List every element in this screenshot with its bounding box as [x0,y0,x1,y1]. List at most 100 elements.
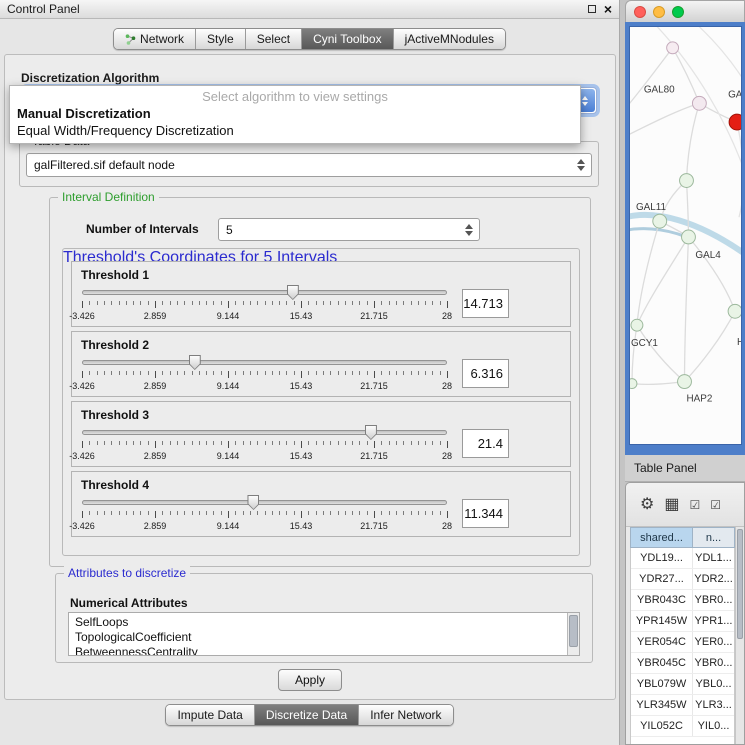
table-scrollbar[interactable] [735,527,744,744]
discretization-algorithm-label: Discretization Algorithm [21,71,159,85]
table-row[interactable]: YBR043CYBR0... [631,590,734,611]
traffic-close-button[interactable] [634,6,646,18]
apply-button[interactable]: Apply [278,669,342,691]
table-header-cell[interactable]: n... [692,527,735,548]
network-svg: GAL80GAGAL11GAL4GCY1HHAP2 [630,27,741,444]
threshold-row: -3.4262.8599.14415.4321.71528 11.344 [81,493,561,533]
tab-impute-data[interactable]: Impute Data [166,705,254,725]
slider-track[interactable] [82,360,447,365]
slider-track[interactable] [82,290,447,295]
attributes-list[interactable]: SelfLoopsTopologicalCoefficientBetweenne… [68,612,580,656]
table-row[interactable]: YPR145WYPR1... [631,611,734,632]
threshold-panel: Threshold 4-3.4262.8599.14415.4321.71528… [71,471,571,537]
slider-tick-labels: -3.4262.8599.14415.4321.71528 [82,311,447,321]
table-row[interactable]: YLR345WYLR3... [631,695,734,716]
tab-style[interactable]: Style [196,29,246,49]
tab-infer-network[interactable]: Infer Network [359,705,452,725]
threshold-value-field[interactable]: 6.316 [462,359,509,388]
tab-label: Select [257,32,290,46]
table-cell: YBR043C [631,590,693,610]
select-all-checkbox-icon[interactable]: ☑ [689,499,700,511]
tab-select[interactable]: Select [246,29,302,49]
slider-thumb[interactable] [247,495,259,510]
network-icon [125,34,136,45]
threshold-slider[interactable]: -3.4262.8599.14415.4321.71528 [81,493,448,533]
scrollbar-thumb[interactable] [737,529,743,639]
close-window-icon[interactable]: × [604,2,612,16]
table-panel-titlebar: Table Panel [625,455,745,482]
scrollbar-thumb[interactable] [569,615,578,647]
tab-cyni-toolbox[interactable]: Cyni Toolbox [302,29,393,49]
tab-label: Style [207,32,234,46]
slider-ticks [82,371,447,379]
network-window-frame: GAL80GAGAL11GAL4GCY1HHAP2 [625,22,745,455]
top-tab-bar: Network Style Select Cyni Toolbox jActiveMNo… [113,28,506,50]
traffic-minimize-button[interactable] [653,6,665,18]
table-row[interactable]: YBL079WYBL0... [631,674,734,695]
numerical-attributes-label: Numerical Attributes [70,596,188,610]
threshold-slider[interactable]: -3.4262.8599.14415.4321.71528 [81,423,448,463]
table-data-combobox[interactable]: galFiltered.sif default node [26,153,592,177]
interval-definition-group: Interval Definition Number of Intervals … [49,197,591,567]
slider-track[interactable] [82,430,447,435]
network-canvas[interactable]: GAL80GAGAL11GAL4GCY1HHAP2 [629,26,742,445]
select-none-checkbox-icon[interactable]: ☑ [710,499,721,511]
svg-text:GAL4: GAL4 [695,250,721,261]
table-cell: YDL19... [631,548,693,568]
table-row[interactable]: YER054CYER0... [631,632,734,653]
table-row[interactable]: YDL19...YDL1... [631,548,734,569]
table-cell: YDL1... [693,548,734,568]
table-cell: YLR345W [631,695,693,715]
svg-text:H: H [737,337,741,348]
tab-label: jActiveMNodules [405,32,494,46]
thresholds-group: Threshold's Coordinates for 5 Intervals … [62,248,580,556]
attribute-item-topologicalcoefficient[interactable]: TopologicalCoefficient [75,630,579,645]
algorithm-option-equal-width-frequency-discretization[interactable]: Equal Width/Frequency Discretization [10,122,580,139]
svg-text:HAP2: HAP2 [686,393,712,404]
threshold-value-field[interactable]: 14.713 [462,289,509,318]
right-panel: GAL80GAGAL11GAL4GCY1HHAP2 Table Panel ⚙ … [625,0,745,745]
tab-discretize-data[interactable]: Discretize Data [255,705,359,725]
threshold-slider[interactable]: -3.4262.8599.14415.4321.71528 [81,283,448,323]
threshold-value-field[interactable]: 11.344 [462,499,509,528]
algorithm-option-manual-discretization[interactable]: Manual Discretization [10,105,580,122]
threshold-label: Threshold 4 [81,478,561,492]
attribute-item-betweennesscentrality[interactable]: BetweennessCentrality [75,645,579,656]
slider-thumb[interactable] [189,355,201,370]
table-header: shared...n... [630,527,735,548]
float-window-icon[interactable] [588,5,596,13]
table-row[interactable]: YDR27...YDR2... [631,569,734,590]
table-panel-window: ⚙ ▦ ☑ ☑ shared...n... YDL19...YDL1...YDR… [625,482,745,745]
table-row[interactable]: YBR045CYBR0... [631,653,734,674]
table-cell: YPR145W [631,611,693,631]
slider-thumb[interactable] [365,425,377,440]
threshold-value-field[interactable]: 21.4 [462,429,509,458]
slider-ticks [82,301,447,309]
attributes-legend: Attributes to discretize [64,566,190,580]
table-panel-title: Table Panel [634,461,697,475]
tab-network[interactable]: Network [114,29,196,49]
slider-track[interactable] [82,500,447,505]
table-row[interactable]: YIL052CYIL0... [631,716,734,737]
table-data-group: Table Data galFiltered.sif default node [19,141,599,187]
threshold-slider[interactable]: -3.4262.8599.14415.4321.71528 [81,353,448,393]
table-header-cell[interactable]: shared... [630,527,692,548]
attribute-item-selfloops[interactable]: SelfLoops [75,615,579,630]
tab-jactivemnodules[interactable]: jActiveMNodules [394,29,505,49]
threshold-panel: Threshold 1-3.4262.8599.14415.4321.71528… [71,261,571,327]
number-of-intervals-combobox[interactable]: 5 [218,218,480,241]
tab-label: Discretize Data [266,708,347,722]
gear-icon[interactable]: ⚙ [640,497,654,513]
algorithm-popup: Select algorithm to view settings Manual… [9,85,581,144]
slider-thumb[interactable] [287,285,299,300]
table-cell: YDR27... [631,569,693,589]
table-cell: YER054C [631,632,693,652]
threshold-panel: Threshold 2-3.4262.8599.14415.4321.71528… [71,331,571,397]
window-controls: × [588,2,612,16]
attributes-scrollbar[interactable] [567,613,579,655]
traffic-zoom-button[interactable] [672,6,684,18]
columns-icon[interactable]: ▦ [664,497,679,513]
table-cell: YBR0... [693,590,734,610]
svg-text:GAL11: GAL11 [636,202,667,213]
threshold-row: -3.4262.8599.14415.4321.71528 21.4 [81,423,561,463]
